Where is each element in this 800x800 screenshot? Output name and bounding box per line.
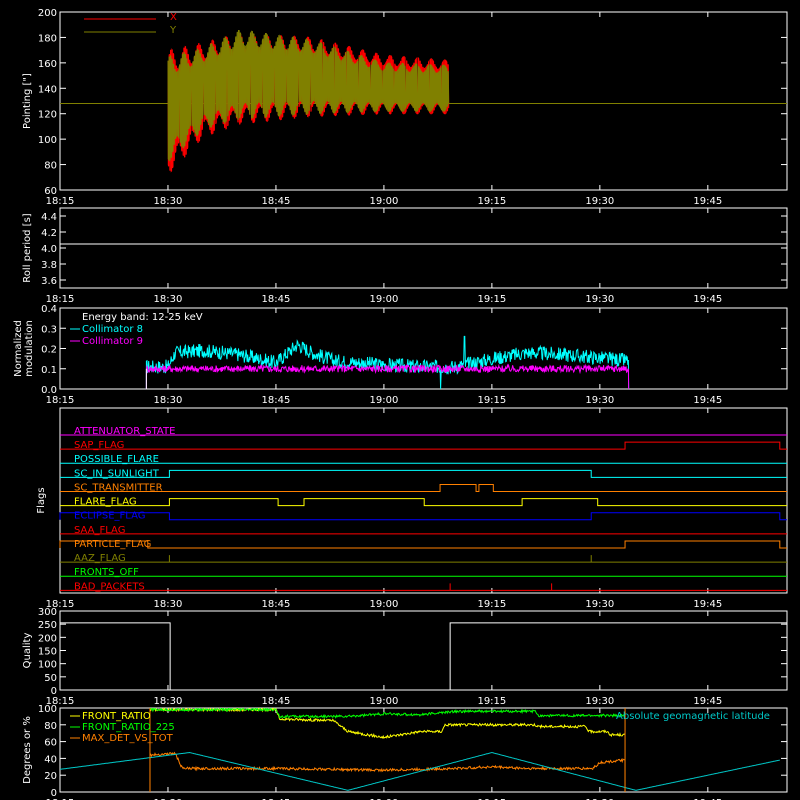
x-tick-label: 19:45 [693, 599, 722, 610]
x-tick-label: 19:45 [693, 696, 722, 707]
x-tick-label: 18:45 [262, 196, 291, 207]
x-tick-label: 18:45 [262, 395, 291, 406]
x-tick-label: 18:30 [154, 196, 183, 207]
x-tick-label: 19:00 [369, 599, 398, 610]
legend-label: Absolute geomagnetic latitude [616, 711, 770, 722]
y-tick-label: 200 [38, 633, 57, 644]
x-tick-label: 19:00 [369, 696, 398, 707]
y-tick-label: 4.4 [41, 212, 57, 223]
background [0, 0, 800, 800]
y-tick-label: 160 [38, 59, 57, 70]
x-tick-label: 19:15 [477, 395, 506, 406]
x-tick-label: 18:15 [46, 395, 75, 406]
x-tick-label: 19:30 [585, 696, 614, 707]
x-tick-label: 19:45 [693, 294, 722, 305]
y-tick-label: 60 [44, 738, 57, 749]
x-tick-label: 19:00 [369, 196, 398, 207]
x-tick-label: 19:00 [369, 395, 398, 406]
y-tick-label: 0.4 [41, 304, 57, 315]
y-tick-label: 0.3 [41, 324, 57, 335]
y-axis-label: Normalizedmodulation [13, 320, 35, 377]
x-tick-label: 19:00 [369, 294, 398, 305]
y-tick-label: 180 [38, 33, 57, 44]
y-tick-label: 100 [38, 660, 57, 671]
y-tick-label: 140 [38, 84, 57, 95]
x-tick-label: 19:30 [585, 294, 614, 305]
y-tick-label: 80 [44, 161, 57, 172]
x-tick-label: 19:30 [585, 395, 614, 406]
y-tick-label: 0.1 [41, 365, 57, 376]
legend-label: MAX_DET_VS_TOT [82, 733, 174, 744]
x-tick-label: 19:15 [477, 599, 506, 610]
legend-label: Collimator 8 [82, 324, 143, 335]
legend-label: Collimator 9 [82, 336, 143, 347]
y-tick-label: 3.8 [41, 260, 57, 271]
x-tick-label: 18:45 [262, 599, 291, 610]
x-tick-label: 19:45 [693, 395, 722, 406]
x-tick-label: 19:15 [477, 196, 506, 207]
x-tick-label: 19:15 [477, 696, 506, 707]
y-axis-label: Pointing ["] [22, 73, 33, 129]
y-tick-label: 150 [38, 647, 57, 658]
x-tick-label: 18:30 [154, 599, 183, 610]
y-tick-label: 4.0 [41, 244, 57, 255]
x-tick-label: 19:30 [585, 196, 614, 207]
y-tick-label: 100 [38, 135, 57, 146]
legend-label: Y [169, 25, 177, 36]
x-tick-label: 18:30 [154, 696, 183, 707]
y-tick-label: 0 [51, 788, 57, 799]
x-tick-label: 18:30 [154, 294, 183, 305]
legend-label: FRONT_RATIO [82, 711, 151, 722]
y-tick-label: 20 [44, 771, 57, 782]
legend-label: FRONT_RATIO_225 [82, 722, 175, 733]
y-tick-label: 50 [44, 673, 57, 684]
y-tick-label: 40 [44, 754, 57, 765]
y-tick-label: 4.2 [41, 228, 57, 239]
chart: 18:15 18:30 18:45 19:00 19:15 19:30 19:45 60 80 1… [0, 0, 800, 800]
legend-label: X [170, 12, 177, 23]
y-axis-label: Quality [22, 633, 33, 669]
x-tick-label: 18:15 [46, 196, 75, 207]
y-tick-label: 60 [44, 186, 57, 197]
energy-band-annotation: Energy band: 12-25 keV [82, 312, 203, 323]
y-tick-label: 0.2 [41, 345, 57, 356]
x-tick-label: 18:45 [262, 696, 291, 707]
y-tick-label: 200 [38, 8, 57, 19]
y-axis-label: Degrees or % [22, 716, 33, 784]
y-tick-label: 80 [44, 721, 57, 732]
y-tick-label: 300 [38, 607, 57, 618]
x-tick-label: 19:30 [585, 599, 614, 610]
y-tick-label: 0 [51, 686, 57, 697]
x-tick-label: 19:15 [477, 294, 506, 305]
y-tick-label: 250 [38, 620, 57, 631]
x-tick-label: 18:30 [154, 395, 183, 406]
y-axis-label: Flags [36, 487, 47, 513]
x-tick-label: 19:45 [693, 196, 722, 207]
y-tick-label: 3.6 [41, 276, 57, 287]
y-tick-label: 0.0 [41, 385, 57, 396]
y-tick-label: 120 [38, 110, 57, 121]
x-tick-label: 18:45 [262, 294, 291, 305]
y-axis-label: Roll period [s] [22, 213, 33, 282]
y-tick-label: 100 [38, 704, 57, 715]
